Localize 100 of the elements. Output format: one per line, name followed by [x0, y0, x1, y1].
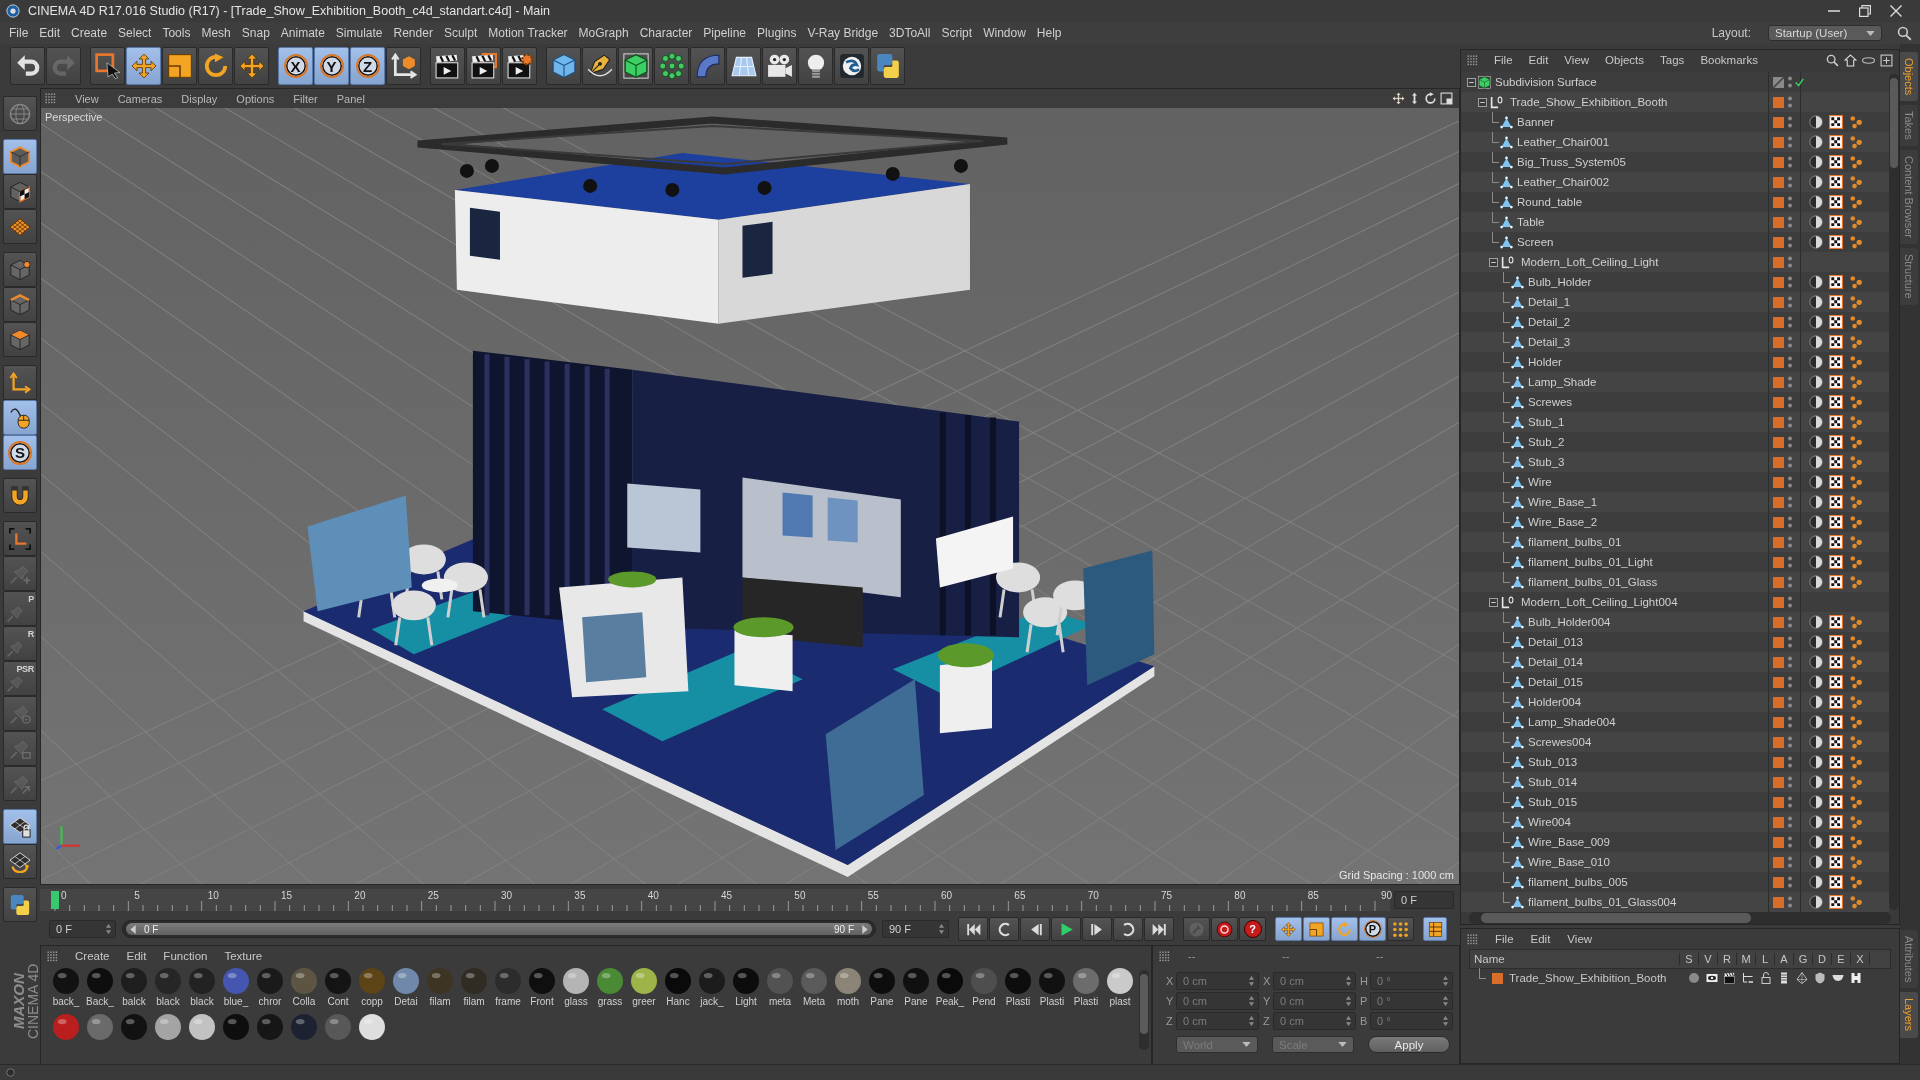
object-row[interactable]: Wire_Base_1 [1461, 492, 1889, 512]
material-tag-icon[interactable] [1809, 335, 1823, 349]
object-name[interactable]: Round_table [1517, 196, 1583, 208]
sphere-cluster-button[interactable] [654, 47, 689, 85]
material-button[interactable]: grass [593, 966, 627, 1012]
dots-tag-icon[interactable] [1849, 855, 1863, 869]
film-strip-icon[interactable] [1778, 972, 1790, 984]
step-back-button[interactable] [1020, 917, 1050, 941]
texture-tag-icon[interactable] [1829, 535, 1843, 549]
bowl-icon[interactable] [1832, 972, 1844, 984]
timeline-ruler[interactable]: 0 5 10 15 20 25 30 35 40 45 50 55 60 65 70 75 80 85 90 [40, 889, 1390, 911]
clapperboard-button[interactable] [430, 47, 465, 85]
menu-item[interactable]: 3DToAll [889, 26, 931, 40]
material-tag-icon[interactable] [1809, 155, 1823, 169]
layer-color-icon[interactable] [1773, 756, 1784, 768]
grid-plane-button[interactable] [726, 47, 761, 85]
material-tag-icon[interactable] [1809, 835, 1823, 849]
collapse-box-icon[interactable] [1467, 77, 1476, 87]
shield-icon[interactable] [1814, 972, 1826, 984]
material-tag-icon[interactable] [1809, 535, 1823, 549]
menu-item[interactable]: Help [1036, 26, 1062, 40]
layer-color-icon[interactable] [1773, 456, 1784, 468]
object-row[interactable]: Lamp_Shade [1461, 372, 1889, 392]
collapse-box-icon[interactable] [1489, 257, 1498, 267]
layer-color-icon[interactable] [1773, 356, 1784, 368]
material-button[interactable]: jack_ [695, 966, 729, 1012]
material-button[interactable]: Pane [865, 966, 899, 1012]
texture-tag-icon[interactable] [1829, 275, 1843, 289]
visibility-dots-icon[interactable] [1788, 556, 1792, 568]
visibility-dots-icon[interactable] [1788, 616, 1792, 628]
texture-tag-icon[interactable] [1829, 215, 1843, 229]
texture-tag-icon[interactable] [1829, 355, 1843, 369]
layer-color-icon[interactable] [1773, 836, 1784, 848]
menu-item[interactable]: Tools [162, 26, 191, 40]
preview-range-track[interactable]: 0 F 90 F [122, 920, 876, 938]
visibility-dots-icon[interactable] [1788, 896, 1792, 908]
layer-name[interactable]: Trade_Show_Exhibition_Booth [1509, 972, 1667, 984]
object-name[interactable]: Wire004 [1528, 816, 1571, 828]
visibility-dots-icon[interactable] [1788, 176, 1792, 188]
object-name[interactable]: Detail_013 [1528, 636, 1583, 648]
material-button[interactable]: Plasti [1069, 966, 1103, 1012]
layer-color-icon[interactable] [1773, 296, 1784, 308]
object-row[interactable]: filament_bulbs_01 [1461, 532, 1889, 552]
menu-item[interactable]: Animate [280, 26, 325, 40]
no-layer-icon[interactable] [1773, 76, 1784, 88]
side-tab[interactable]: Objects [1900, 52, 1918, 102]
clapperboard-gear-button[interactable] [502, 47, 537, 85]
letter-toggle-button[interactable]: P [1359, 917, 1386, 941]
dots-tag-icon[interactable] [1849, 795, 1863, 809]
layer-color-icon[interactable] [1773, 336, 1784, 348]
maximize-icon[interactable] [1440, 92, 1453, 105]
material-button[interactable]: plast [1103, 966, 1137, 1012]
eye-icon[interactable] [1706, 972, 1718, 984]
menu-item[interactable]: Edit [39, 26, 61, 40]
object-name[interactable]: Screwes004 [1528, 736, 1592, 748]
material-button[interactable]: black [151, 966, 185, 1012]
menu-item[interactable]: Sculpt [443, 26, 478, 40]
material-tag-icon[interactable] [1809, 455, 1823, 469]
layer-color-icon[interactable] [1773, 556, 1784, 568]
material-tag-icon[interactable] [1809, 495, 1823, 509]
menu-item[interactable]: Plugins [757, 26, 797, 40]
texture-tag-icon[interactable] [1829, 335, 1843, 349]
visibility-dots-icon[interactable] [1788, 276, 1792, 288]
material-tag-icon[interactable] [1809, 795, 1823, 809]
texture-tag-icon[interactable] [1829, 655, 1843, 669]
material-button[interactable]: Back_ [83, 966, 117, 1012]
cube-button[interactable] [546, 47, 581, 85]
menu-item[interactable]: Select [118, 26, 152, 40]
material-button[interactable]: copp [355, 966, 389, 1012]
material-button[interactable]: Light [729, 966, 763, 1012]
object-name[interactable]: Holder004 [1528, 696, 1582, 708]
coordinate-axes-button[interactable] [386, 47, 421, 85]
layer-color-icon[interactable] [1773, 676, 1784, 688]
material-tag-icon[interactable] [1809, 115, 1823, 129]
object-name[interactable]: Stub_2 [1528, 436, 1565, 448]
layer-color-icon[interactable] [1773, 576, 1784, 588]
material-tag-icon[interactable] [1809, 235, 1823, 249]
object-name[interactable]: Stub_014 [1528, 776, 1578, 788]
layer-color-icon[interactable] [1773, 896, 1784, 908]
current-frame-field[interactable]: 0 F [1394, 891, 1454, 909]
magnet-button[interactable] [3, 478, 37, 513]
dots-tag-icon[interactable] [1849, 875, 1863, 889]
material-button[interactable]: greer [627, 966, 661, 1012]
layer-color-icon[interactable] [1773, 716, 1784, 728]
menu-item[interactable]: Cameras [117, 92, 163, 105]
search-icon[interactable] [1826, 53, 1839, 67]
layer-color-icon[interactable] [1773, 136, 1784, 148]
visibility-dots-icon[interactable] [1788, 796, 1792, 808]
layer-color-icon[interactable] [1773, 736, 1784, 748]
menu-item[interactable]: Display [181, 92, 218, 105]
texture-tag-icon[interactable] [1829, 735, 1843, 749]
texture-tag-icon[interactable] [1829, 395, 1843, 409]
material-button[interactable]: Plasti [1001, 966, 1035, 1012]
menu-item[interactable]: Script [941, 26, 973, 40]
visibility-dots-icon[interactable] [1788, 396, 1792, 408]
visibility-dots-icon[interactable] [1788, 196, 1792, 208]
dot-icon[interactable] [1688, 972, 1700, 984]
object-row[interactable]: Holder004 [1461, 692, 1889, 712]
play-button[interactable] [1051, 917, 1081, 941]
layer-color-icon[interactable] [1773, 116, 1784, 128]
